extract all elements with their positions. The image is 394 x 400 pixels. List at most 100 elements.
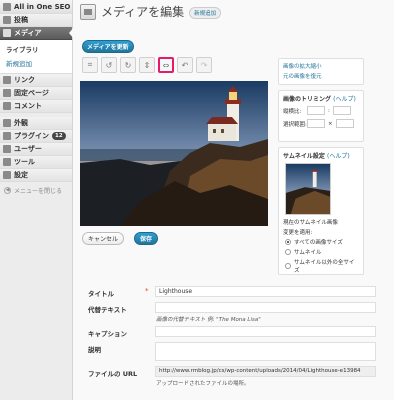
redo-button[interactable]: ↷ xyxy=(196,57,212,73)
menu-item-links[interactable]: リンク xyxy=(0,74,72,87)
save-button[interactable]: 保存 xyxy=(134,232,159,245)
apply-changes-label: 変更を適用: xyxy=(283,230,313,236)
settings-icon xyxy=(3,171,11,179)
scale-panel: 画像の拡大縮小 元の画像を復元 xyxy=(278,58,364,85)
flip-vertical-button[interactable]: ⇕ xyxy=(139,57,155,73)
aspect-ratio-row: 縦横比: : xyxy=(283,106,359,115)
collapse-label: メニューを閉じる xyxy=(14,188,63,195)
scale-image-link[interactable]: 画像の拡大縮小 xyxy=(283,62,359,70)
rotate-left-button[interactable]: ↺ xyxy=(101,57,117,73)
menu-label: 外観 xyxy=(14,119,28,127)
menu-item-pages[interactable]: 固定ページ xyxy=(0,87,72,100)
flip-vertical-icon: ⇕ xyxy=(143,60,151,70)
flip-horizontal-icon: ⇔ xyxy=(162,60,170,70)
menu-item-media[interactable]: メディア xyxy=(0,27,74,40)
ratio-separator: : xyxy=(328,107,330,114)
submenu-add-new[interactable]: 新規追加 xyxy=(0,56,72,70)
thumbnail-title: サムネイル設定 (ヘルプ) xyxy=(283,153,350,160)
menu-label: All in One SEO xyxy=(14,2,71,11)
menu-label: ツール xyxy=(14,158,35,166)
crop-panel: 画像のトリミング (ヘルプ) 縦横比: : 選択範囲: × xyxy=(278,90,364,142)
radio-button-checked[interactable] xyxy=(285,239,291,245)
menu-item-appearance[interactable]: 外観 xyxy=(0,117,72,130)
radio-button[interactable] xyxy=(285,249,291,255)
selection-height-input[interactable] xyxy=(335,119,354,128)
thumbnail-image xyxy=(286,164,330,214)
image-edit-toolbar: ⌗ ↺ ↻ ⇕ ⇔ ↶ ↷ xyxy=(82,57,212,73)
menu-item-comments[interactable]: コメント xyxy=(0,100,72,113)
admin-sidebar: All in One SEO 投稿 メディア ライブラリ 新規追加 リンク 固定… xyxy=(0,0,74,400)
image-action-buttons: キャンセル 保存 xyxy=(82,232,159,245)
menu-item-all-in-one-seo[interactable]: All in One SEO xyxy=(0,0,72,14)
menu-label: リンク xyxy=(14,76,35,84)
rotate-right-button[interactable]: ↻ xyxy=(120,57,136,73)
flip-horizontal-button[interactable]: ⇔ xyxy=(158,57,174,73)
submenu-library[interactable]: ライブラリ xyxy=(0,42,72,56)
collapse-arrow-icon: ◀ xyxy=(4,187,11,194)
radio-all-sizes[interactable]: すべての画像サイズ xyxy=(285,238,359,246)
image-preview[interactable] xyxy=(80,81,268,226)
thumbnail-panel: サムネイル設定 (ヘルプ) 現在のサムネイル画像 変更を適用: すべての画像サイ… xyxy=(278,147,364,275)
redo-icon: ↷ xyxy=(200,60,208,70)
description-label: 説明 xyxy=(88,346,101,354)
menu-item-users[interactable]: ユーザー xyxy=(0,143,72,156)
users-icon xyxy=(3,145,11,153)
caption-input[interactable] xyxy=(155,326,376,337)
cancel-button[interactable]: キャンセル xyxy=(82,232,125,245)
menu-label: コメント xyxy=(14,102,42,110)
menu-item-posts[interactable]: 投稿 xyxy=(0,14,72,27)
seo-icon xyxy=(3,2,11,11)
current-thumbnail xyxy=(285,163,331,215)
update-media-button[interactable]: メディアを更新 xyxy=(82,40,134,53)
restore-original-link[interactable]: 元の画像を復元 xyxy=(283,72,359,80)
add-new-button[interactable]: 新規追加 xyxy=(189,6,222,19)
link-icon xyxy=(3,76,11,84)
current-thumbnail-label: 現在のサムネイル画像 xyxy=(283,220,338,226)
crop-title: 画像のトリミング (ヘルプ) xyxy=(283,96,356,103)
menu-item-plugins[interactable]: プラグイン 12 xyxy=(0,130,72,143)
aspect-ratio-height-input[interactable] xyxy=(332,106,351,115)
update-count-badge: 12 xyxy=(52,132,66,140)
file-url-hint: アップロードされたファイルの場所。 xyxy=(156,381,250,387)
menu-item-tools[interactable]: ツール xyxy=(0,156,72,169)
pin-icon xyxy=(3,16,11,24)
rotate-right-icon: ↻ xyxy=(124,60,132,70)
thumbnail-help-link[interactable]: (ヘルプ) xyxy=(327,153,350,160)
menu-label: メディア xyxy=(14,29,42,37)
alt-text-label: 代替テキスト xyxy=(88,306,127,314)
menu-label: 固定ページ xyxy=(14,89,49,97)
comment-icon xyxy=(3,102,11,110)
aspect-ratio-width-input[interactable] xyxy=(307,106,325,115)
menu-item-settings[interactable]: 設定 xyxy=(0,169,72,182)
collapse-menu-button[interactable]: ◀ メニューを閉じる xyxy=(0,182,72,195)
description-textarea[interactable] xyxy=(155,342,376,361)
radio-all-except-thumbnail[interactable]: サムネイル以外の全サイズ xyxy=(285,258,359,274)
alt-text-input[interactable] xyxy=(155,302,376,313)
page-title: メディアを編集 xyxy=(101,5,185,19)
media-icon xyxy=(3,29,11,37)
main-content: メディアを編集 新規追加 メディアを更新 ⌗ ↺ ↻ ⇕ ⇔ ↶ ↷ キャンセル… xyxy=(78,0,394,400)
tools-icon xyxy=(3,158,11,166)
file-url-label: ファイルの URL xyxy=(88,370,138,378)
radio-button[interactable] xyxy=(285,263,291,269)
menu-label: 投稿 xyxy=(14,16,28,24)
selection-label: 選択範囲: xyxy=(283,121,307,128)
crop-button[interactable]: ⌗ xyxy=(82,57,98,73)
page-icon xyxy=(3,89,11,97)
selection-width-input[interactable] xyxy=(307,119,325,128)
media-submenu: ライブラリ 新規追加 xyxy=(0,40,72,74)
radio-thumbnail[interactable]: サムネイル xyxy=(285,248,359,256)
crop-icon: ⌗ xyxy=(87,60,93,69)
selection-separator: × xyxy=(328,120,333,127)
crop-help-link[interactable]: (ヘルプ) xyxy=(333,96,356,103)
media-page-icon xyxy=(80,3,96,20)
title-label: タイトル xyxy=(88,290,114,298)
title-input[interactable]: Lighthouse xyxy=(155,286,376,297)
rotate-left-icon: ↺ xyxy=(105,60,113,70)
appearance-icon xyxy=(3,119,11,127)
aspect-ratio-label: 縦横比: xyxy=(283,108,302,115)
selection-row: 選択範囲: × xyxy=(283,119,359,128)
undo-button[interactable]: ↶ xyxy=(177,57,193,73)
menu-label: プラグイン xyxy=(14,132,49,140)
file-url-field[interactable]: http://www.rmblog.jp/cs/wp-content/uploa… xyxy=(155,366,376,377)
